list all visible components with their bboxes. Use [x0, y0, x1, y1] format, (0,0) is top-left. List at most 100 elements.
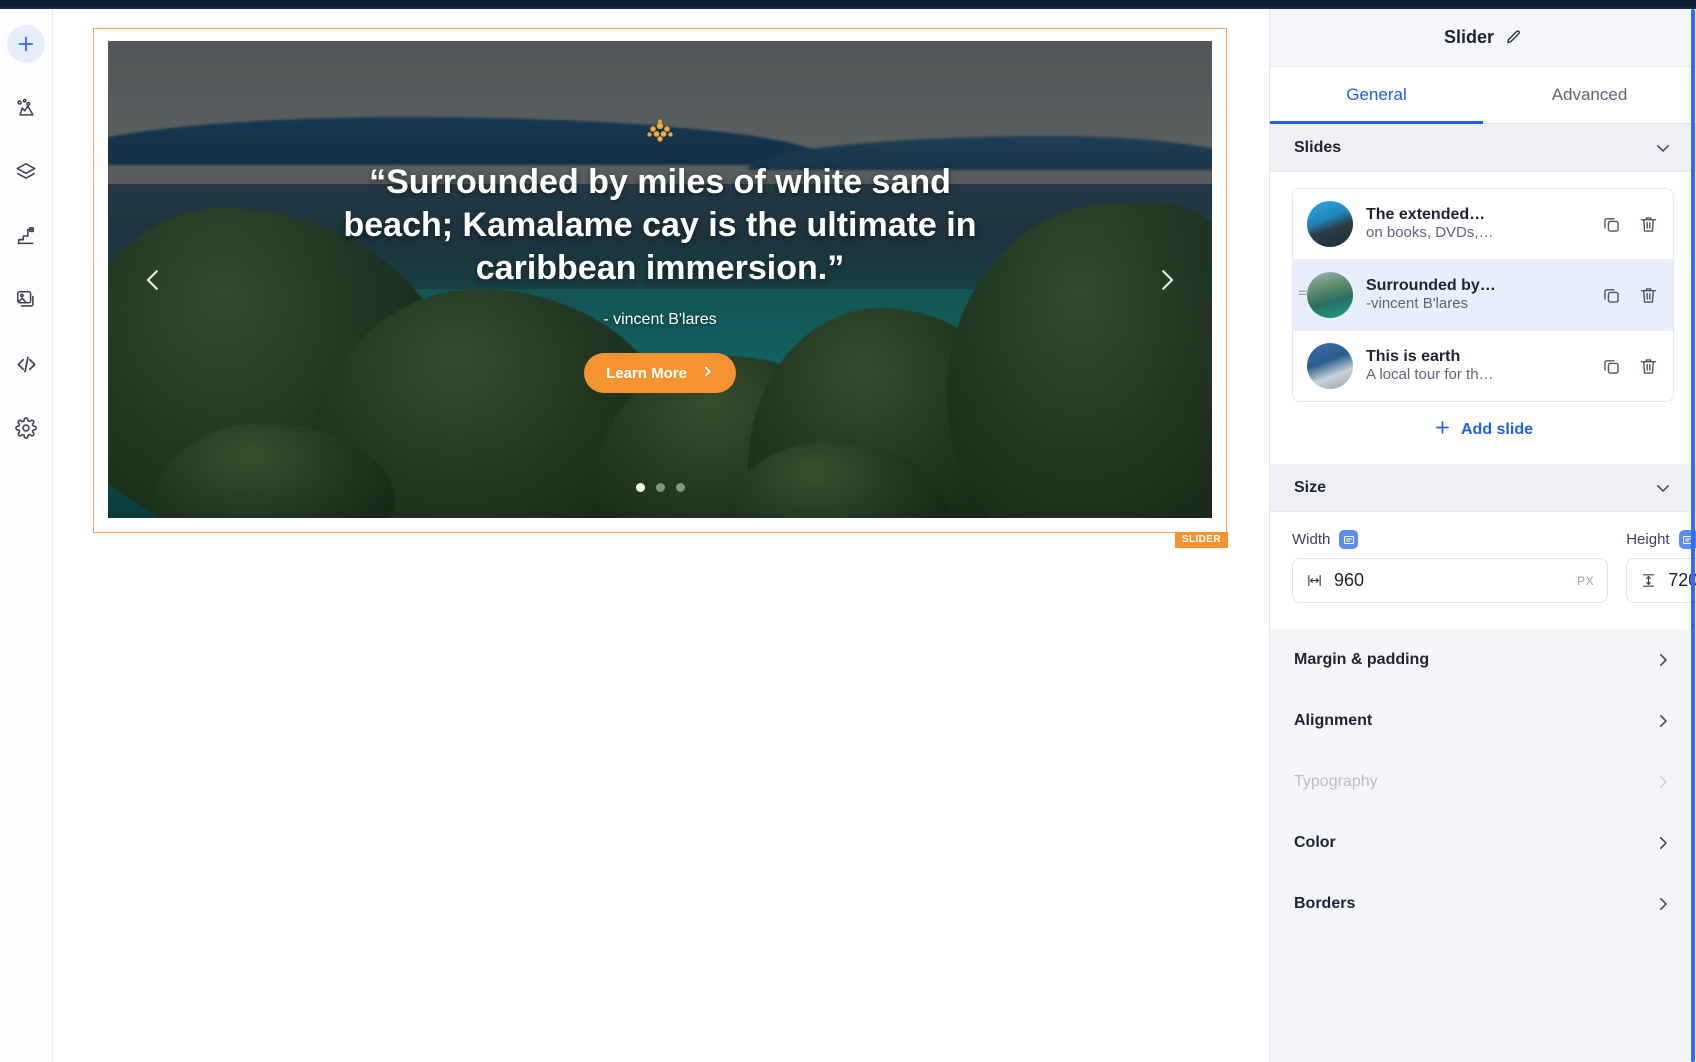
- slide-item-subtitle: -vincent B'lares: [1366, 295, 1469, 312]
- row-borders[interactable]: Borders: [1270, 873, 1696, 934]
- trash-icon[interactable]: [1638, 214, 1659, 235]
- chevron-right-icon: [1654, 712, 1672, 730]
- duplicate-icon[interactable]: [1601, 214, 1622, 235]
- slides-section-header[interactable]: Slides: [1270, 124, 1696, 172]
- pagination-dot[interactable]: [635, 483, 645, 492]
- row-label: Color: [1294, 833, 1336, 851]
- pagination-dot[interactable]: [675, 483, 685, 492]
- height-input-box[interactable]: PX: [1626, 558, 1696, 603]
- rail-button-steps[interactable]: [7, 217, 45, 255]
- top-strip: [0, 0, 1696, 9]
- inspector-tabs: General Advanced: [1270, 67, 1696, 124]
- trash-icon[interactable]: [1638, 356, 1659, 377]
- layers-icon: [15, 161, 37, 183]
- list-item[interactable]: This is earth A local tour for th…: [1293, 331, 1673, 401]
- height-label: Height: [1626, 531, 1670, 548]
- slide-preview: “Surrounded by miles of white sand beach…: [108, 41, 1212, 518]
- slide-item-title: This is earth: [1366, 348, 1461, 365]
- size-section-label: Size: [1294, 478, 1327, 496]
- chevron-down-icon: [1654, 139, 1672, 157]
- chevron-right-icon: [1654, 895, 1672, 913]
- slide-item-texts: This is earth A local tour for th…: [1366, 348, 1588, 384]
- panel-scrollbar[interactable]: [1691, 9, 1695, 1062]
- images-icon: [15, 289, 37, 311]
- slide-item-subtitle: on books, DVDs,…: [1366, 224, 1494, 241]
- width-field: Width PX: [1292, 530, 1609, 603]
- slide-content: “Surrounded by miles of white sand beach…: [108, 41, 1212, 518]
- slide-item-texts: Surrounded by… -vincent B'lares: [1366, 277, 1588, 313]
- size-fields: Width PX Height: [1292, 530, 1696, 603]
- row-alignment[interactable]: Alignment: [1270, 690, 1696, 751]
- rail-button-add[interactable]: [7, 25, 45, 63]
- add-slide-label: Add slide: [1460, 421, 1533, 438]
- rail-button-code[interactable]: [7, 345, 45, 383]
- slide-item-texts: The extended… on books, DVDs,…: [1366, 206, 1588, 242]
- drag-handle-icon[interactable]: [1296, 285, 1311, 305]
- slide-prev-button[interactable]: [138, 265, 168, 295]
- slide-next-button[interactable]: [1152, 265, 1182, 295]
- height-field: Height PX: [1626, 530, 1696, 603]
- chevron-right-icon: [1654, 773, 1672, 791]
- row-color[interactable]: Color: [1270, 812, 1696, 873]
- page-title: Slider: [1443, 27, 1495, 47]
- list-item[interactable]: Surrounded by… -vincent B'lares: [1293, 260, 1673, 331]
- gear-icon: [15, 417, 37, 439]
- tab-advanced[interactable]: Advanced: [1483, 67, 1696, 123]
- slide-item-title: Surrounded by…: [1366, 277, 1496, 294]
- slides-section-body: The extended… on books, DVDs,… Surrounde…: [1270, 172, 1696, 464]
- learn-more-label: Learn More: [606, 364, 687, 382]
- rail-button-media[interactable]: [7, 281, 45, 319]
- slides-section-label: Slides: [1294, 138, 1342, 156]
- width-input-box[interactable]: PX: [1292, 558, 1609, 603]
- slide-headline: “Surrounded by miles of white sand beach…: [343, 163, 977, 287]
- rail-button-layers[interactable]: [7, 153, 45, 191]
- slide-attribution: - vincent B'lares: [603, 311, 717, 329]
- row-label: Margin & padding: [1294, 650, 1430, 668]
- chevron-down-icon: [1654, 479, 1672, 497]
- slide-pagination: [108, 483, 1212, 492]
- duplicate-icon[interactable]: [1601, 285, 1622, 306]
- chevron-right-icon: [1654, 834, 1672, 852]
- tab-general[interactable]: General: [1270, 67, 1483, 124]
- slide-thumbnail: [1307, 201, 1353, 247]
- pencil-icon[interactable]: [1505, 29, 1522, 46]
- size-section-header[interactable]: Size: [1270, 464, 1696, 512]
- width-label: Width: [1292, 531, 1331, 548]
- slider-widget-frame[interactable]: “Surrounded by miles of white sand beach…: [93, 28, 1228, 548]
- selection-badge: SLIDER: [1174, 532, 1228, 548]
- duplicate-icon[interactable]: [1601, 356, 1622, 377]
- add-slide-button[interactable]: Add slide: [1292, 402, 1674, 458]
- slide-row-actions: [1601, 285, 1659, 306]
- row-label: Alignment: [1294, 711, 1373, 729]
- width-unit: PX: [1577, 573, 1595, 588]
- plus-icon: [15, 33, 37, 55]
- slide-thumbnail: [1307, 272, 1353, 318]
- steps-icon: [15, 225, 37, 247]
- slide-item-title: The extended…: [1366, 206, 1486, 223]
- slide-item-subtitle: A local tour for th…: [1366, 366, 1494, 383]
- responsive-badge-icon[interactable]: [1339, 530, 1359, 549]
- row-label: Borders: [1294, 894, 1356, 912]
- left-toolbar: [0, 9, 53, 1062]
- slide-row-actions: [1601, 214, 1659, 235]
- slide-thumbnail: [1307, 343, 1353, 389]
- trash-icon[interactable]: [1638, 285, 1659, 306]
- inspector-panel: Slider General Advanced Slides The exten…: [1269, 9, 1696, 1062]
- width-input[interactable]: [1334, 570, 1566, 591]
- list-item[interactable]: The extended… on books, DVDs,…: [1293, 189, 1673, 260]
- elements-icon: [15, 97, 37, 119]
- rail-button-elements[interactable]: [7, 89, 45, 127]
- editor-canvas: “Surrounded by miles of white sand beach…: [53, 9, 1269, 1062]
- slides-list: The extended… on books, DVDs,… Surrounde…: [1292, 188, 1674, 402]
- plus-icon: [1433, 418, 1452, 442]
- floral-ornament-icon: [638, 117, 682, 147]
- rail-button-settings[interactable]: [7, 409, 45, 447]
- row-margin-padding[interactable]: Margin & padding: [1270, 629, 1696, 690]
- slide-row-actions: [1601, 356, 1659, 377]
- learn-more-button[interactable]: Learn More: [584, 353, 736, 394]
- pagination-dot[interactable]: [655, 483, 665, 492]
- row-typography: Typography: [1270, 751, 1696, 812]
- width-arrows-icon: [1306, 572, 1323, 589]
- width-label-row: Width: [1292, 530, 1608, 549]
- row-label: Typography: [1294, 772, 1378, 790]
